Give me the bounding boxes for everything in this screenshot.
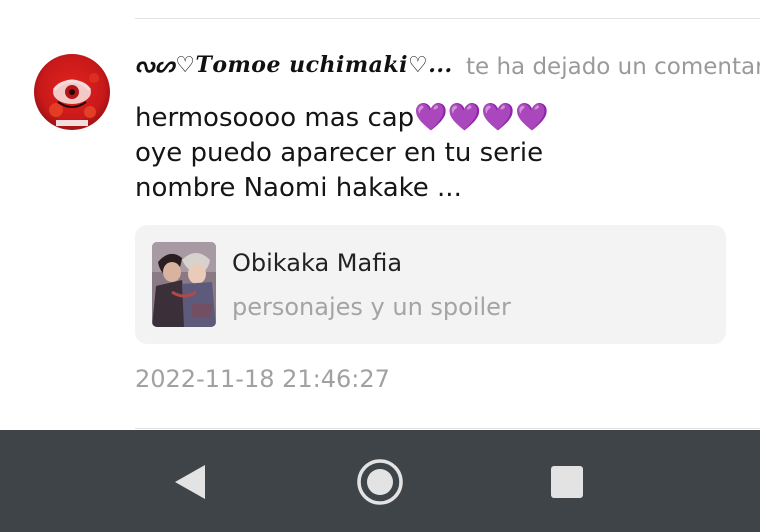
comment-line-1: hermosoooo mas cap💜💜💜💜 [135,100,735,136]
comment-text-1: hermosoooo mas cap [135,103,415,133]
comment-timestamp: 2022-11-18 21:46:27 [135,365,390,393]
back-button[interactable] [162,454,218,510]
back-triangle-icon [175,465,205,499]
cover-art-image [152,242,216,327]
bottom-divider [135,428,760,429]
comment-line-3: nombre Naomi hakake ... [135,173,462,203]
notification-page: ᔓᔕ♡𝑻𝒐𝒎𝒐𝒆 𝒖𝒄𝒉𝒊𝒎𝒂𝒌𝒊♡... te ha dejado un co… [0,0,760,532]
comment-body: hermosoooo mas cap💜💜💜💜 oye puedo aparece… [135,100,735,206]
home-circle-icon [357,459,403,505]
home-button[interactable] [352,454,408,510]
top-divider [135,18,760,19]
chapter-title: personajes y un spoiler [232,293,511,321]
story-title: Obikaka Mafia [232,249,403,277]
android-navigation-bar [0,430,760,532]
recents-button[interactable] [539,454,595,510]
avatar-image [34,54,110,130]
user-avatar[interactable] [34,54,110,130]
notification-header: ᔓᔕ♡𝑻𝒐𝒎𝒐𝒆 𝒖𝒄𝒉𝒊𝒎𝒂𝒌𝒊♡... te ha dejado un co… [135,50,760,86]
recents-square-icon [551,466,583,498]
linked-story-card[interactable]: Obikaka Mafia personajes y un spoiler [135,225,726,344]
username-link[interactable]: ᔓᔕ♡𝑻𝒐𝒎𝒐𝒆 𝒖𝒄𝒉𝒊𝒎𝒂𝒌𝒊♡... [135,52,453,78]
story-cover-thumbnail [152,242,216,327]
notification-action-text: te ha dejado un comentari [466,54,760,80]
comment-line-2: oye puedo aparecer en tu serie [135,138,544,168]
purple-heart-emojis: 💜💜💜💜 [414,102,549,133]
